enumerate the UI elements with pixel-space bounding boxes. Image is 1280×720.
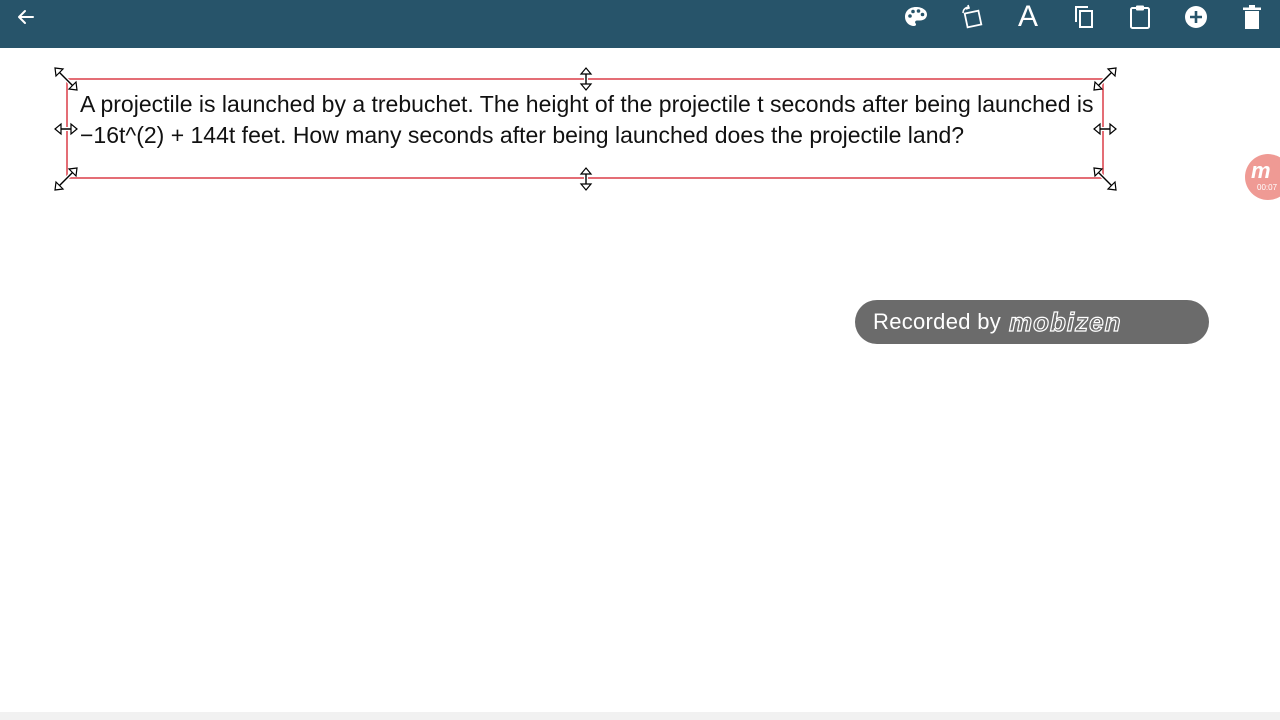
- app-screen: A A projectile is launched by a trebuche…: [0, 0, 1280, 720]
- resize-handle-bottom-left[interactable]: [52, 165, 80, 193]
- add-button[interactable]: [1174, 0, 1218, 34]
- resize-handle-bottom[interactable]: [572, 165, 600, 193]
- resize-handle-top[interactable]: [572, 65, 600, 93]
- delete-button[interactable]: [1230, 0, 1274, 34]
- resize-handle-right[interactable]: [1091, 115, 1119, 143]
- diagonal-resize-icon: [1092, 166, 1118, 192]
- resize-handle-top-right[interactable]: [1091, 65, 1119, 93]
- watermark-text: Recorded by: [873, 309, 1002, 334]
- palette-icon: [903, 5, 929, 29]
- copy-icon: [1072, 4, 1096, 30]
- resize-handle-left[interactable]: [52, 115, 80, 143]
- recording-timer: 00:07: [1257, 183, 1278, 192]
- text-style-button[interactable]: A: [1006, 0, 1050, 34]
- resize-handle-bottom-right[interactable]: [1091, 165, 1119, 193]
- diagonal-resize-icon: [53, 166, 79, 192]
- recorded-by-watermark: Recorded by mobizen: [855, 300, 1209, 344]
- recorder-logo-icon: m: [1251, 158, 1271, 183]
- arrow-left-icon: [16, 7, 36, 27]
- rotate-icon: [959, 4, 985, 30]
- mobizen-logo: mobizen: [1008, 306, 1122, 337]
- add-circle-icon: [1183, 4, 1209, 30]
- problem-text[interactable]: A projectile is launched by a trebuchet.…: [80, 89, 1104, 150]
- paste-button[interactable]: [1118, 0, 1162, 34]
- resize-handle-top-left[interactable]: [52, 65, 80, 93]
- vertical-resize-icon: [579, 167, 593, 191]
- horizontal-resize-icon: [1093, 122, 1117, 136]
- diagonal-resize-icon: [1092, 66, 1118, 92]
- vertical-resize-icon: [579, 67, 593, 91]
- rotate-button[interactable]: [950, 0, 994, 34]
- trash-icon: [1241, 4, 1263, 30]
- color-palette-button[interactable]: [894, 0, 938, 34]
- copy-button[interactable]: [1062, 0, 1106, 34]
- bottom-edge: [0, 712, 1280, 720]
- top-toolbar: A: [0, 0, 1280, 48]
- text-icon: A: [1017, 0, 1038, 33]
- back-button[interactable]: [4, 0, 48, 34]
- clipboard-icon: [1128, 4, 1152, 30]
- diagonal-resize-icon: [53, 66, 79, 92]
- horizontal-resize-icon: [54, 122, 78, 136]
